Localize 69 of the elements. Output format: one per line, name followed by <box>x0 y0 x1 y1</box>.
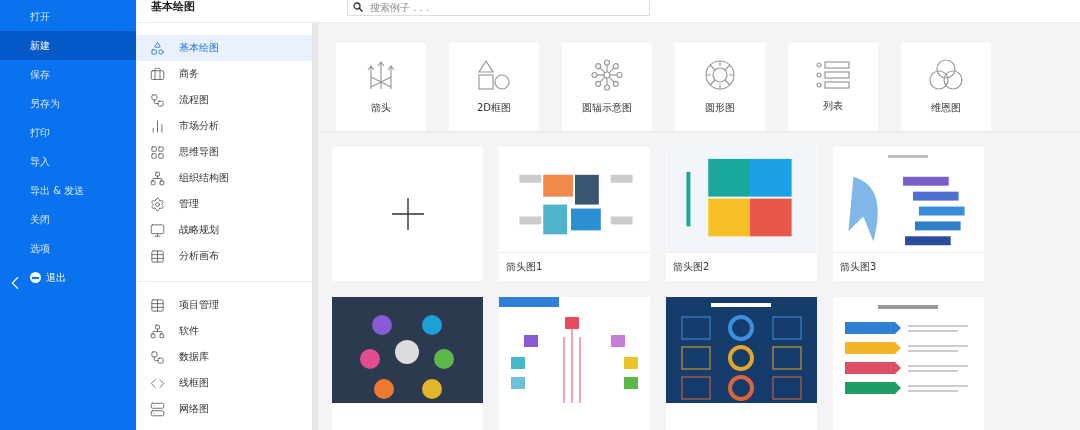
category-item[interactable]: 管理 <box>136 191 312 217</box>
minus-circle-icon <box>30 272 41 283</box>
category-item[interactable]: 网络图 <box>136 396 312 422</box>
hierarchy-icon <box>150 323 165 339</box>
menu-item[interactable]: 打开 <box>0 2 136 31</box>
diagram-type-label: 维恩图 <box>931 101 961 115</box>
search-icon <box>353 2 363 12</box>
diagram-type-card[interactable]: 箭头 <box>336 43 426 131</box>
search-field[interactable]: 搜索例子 . . . <box>347 0 650 16</box>
diagram-type-card[interactable]: 圆形图 <box>675 43 765 131</box>
category-item[interactable]: 线框图 <box>136 370 312 396</box>
diagram-type-label: 圆形图 <box>705 101 735 115</box>
category-item[interactable]: 数据库 <box>136 344 312 370</box>
arrows-icon <box>366 59 396 91</box>
template-card[interactable]: 箭头图2 <box>666 147 817 281</box>
template-card[interactable] <box>332 297 483 430</box>
menu-item[interactable]: 另存为 <box>0 89 136 118</box>
category-item[interactable]: 基本绘图 <box>136 35 312 61</box>
grid-icon <box>150 144 165 160</box>
table-icon <box>150 248 165 264</box>
template-label: 箭头图3 <box>833 252 984 281</box>
diagram-type-card[interactable]: 2D框图 <box>449 43 539 131</box>
category-item[interactable]: 商务 <box>136 61 312 87</box>
menu-item[interactable]: 导入 <box>0 147 136 176</box>
diagram-type-card[interactable]: 圆辐示意图 <box>562 43 652 131</box>
category-item[interactable]: 分析画布 <box>136 243 312 269</box>
diagram-type-card[interactable]: 列表 <box>788 43 878 131</box>
category-item[interactable]: 战略规划 <box>136 217 312 243</box>
list-icon <box>816 61 850 89</box>
template-card[interactable]: 箭头图1 <box>499 147 650 281</box>
diagram-type-label: 2D框图 <box>476 101 512 115</box>
flowchart-icon <box>150 92 165 108</box>
shapes-icon <box>150 40 165 56</box>
exit-menu-item[interactable]: 退出 <box>0 263 136 292</box>
diagram-type-label: 圆辐示意图 <box>582 101 632 115</box>
shapes-icon <box>477 59 511 91</box>
briefcase-icon <box>150 66 165 82</box>
menu-item[interactable]: 关闭 <box>0 205 136 234</box>
diagram-type-label: 箭头 <box>371 101 391 115</box>
plus-icon <box>391 198 424 230</box>
category-item[interactable]: 市场分析 <box>136 113 312 139</box>
bar-chart-icon <box>150 118 165 134</box>
category-item[interactable]: 软件 <box>136 318 312 344</box>
category-item[interactable]: 项目管理 <box>136 292 312 318</box>
diagram-type-card[interactable]: 维恩图 <box>901 43 991 131</box>
category-item[interactable]: 思维导图 <box>136 139 312 165</box>
menu-item[interactable]: 打印 <box>0 118 136 147</box>
monitor-icon <box>150 222 165 238</box>
menu-item[interactable]: 导出 & 发送 <box>0 176 136 205</box>
hierarchy-icon <box>150 170 165 186</box>
table-icon <box>150 297 165 313</box>
server-icon <box>150 401 165 417</box>
diagram-type-label: 列表 <box>823 99 843 113</box>
flowchart-icon <box>150 349 165 365</box>
venn-diagram-icon <box>929 59 963 91</box>
category-item[interactable]: 组织结构图 <box>136 165 312 191</box>
template-label: 箭头图1 <box>499 252 650 281</box>
template-card[interactable] <box>666 297 817 430</box>
panel-title: 基本绘图 <box>150 0 196 14</box>
scrollbar[interactable] <box>312 23 318 430</box>
menu-item[interactable]: 保存 <box>0 60 136 89</box>
cycle-icon <box>704 59 736 91</box>
category-item[interactable]: 流程图 <box>136 87 312 113</box>
menu-item[interactable]: 新建 <box>0 31 136 60</box>
settings-icon <box>150 196 165 212</box>
template-label: 箭头图2 <box>666 252 817 281</box>
template-card[interactable]: 箭头图3 <box>833 147 984 281</box>
menu-item[interactable]: 选项 <box>0 234 136 263</box>
radial-diagram-icon <box>591 59 623 91</box>
